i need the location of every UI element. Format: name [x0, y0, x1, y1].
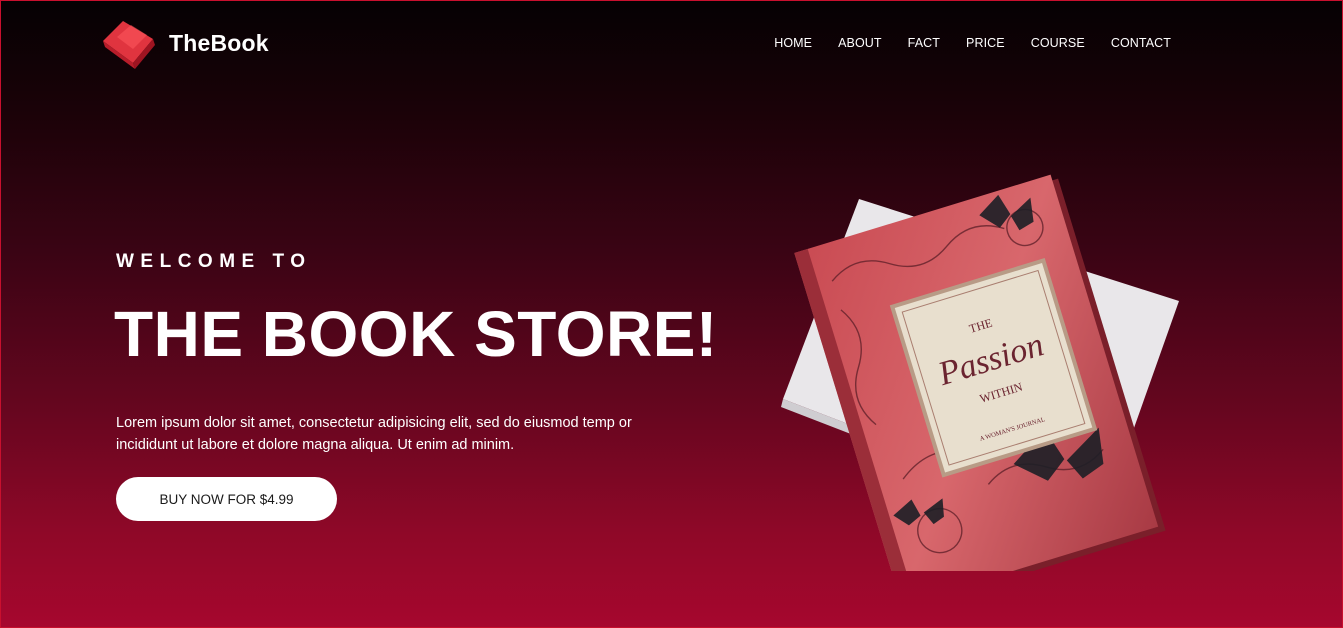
brand[interactable]: TheBook — [101, 17, 269, 71]
book-illustration: THE Passion WITHIN A WOMAN'S JOURNAL — [781, 174, 1179, 571]
hero-title: THE BOOK STORE! — [114, 298, 718, 370]
hero-section: TheBook HOME ABOUT FACT PRICE COURSE CON… — [0, 0, 1343, 628]
red-book-icon — [103, 21, 155, 69]
nav-price[interactable]: PRICE — [966, 36, 1005, 50]
navbar: TheBook HOME ABOUT FACT PRICE COURSE CON… — [1, 1, 1342, 86]
nav-course[interactable]: COURSE — [1031, 36, 1085, 50]
buy-now-button[interactable]: BUY NOW FOR $4.99 — [116, 477, 337, 521]
nav-home[interactable]: HOME — [774, 36, 812, 50]
hero-description: Lorem ipsum dolor sit amet, consectetur … — [116, 414, 632, 453]
nav-contact[interactable]: CONTACT — [1111, 36, 1171, 50]
main-menu: HOME ABOUT FACT PRICE COURSE CONTACT — [748, 36, 1171, 50]
brand-name: TheBook — [169, 29, 269, 56]
nav-fact[interactable]: FACT — [908, 36, 940, 50]
nav-about[interactable]: ABOUT — [838, 36, 882, 50]
welcome-text: WELCOME TO — [116, 251, 312, 272]
